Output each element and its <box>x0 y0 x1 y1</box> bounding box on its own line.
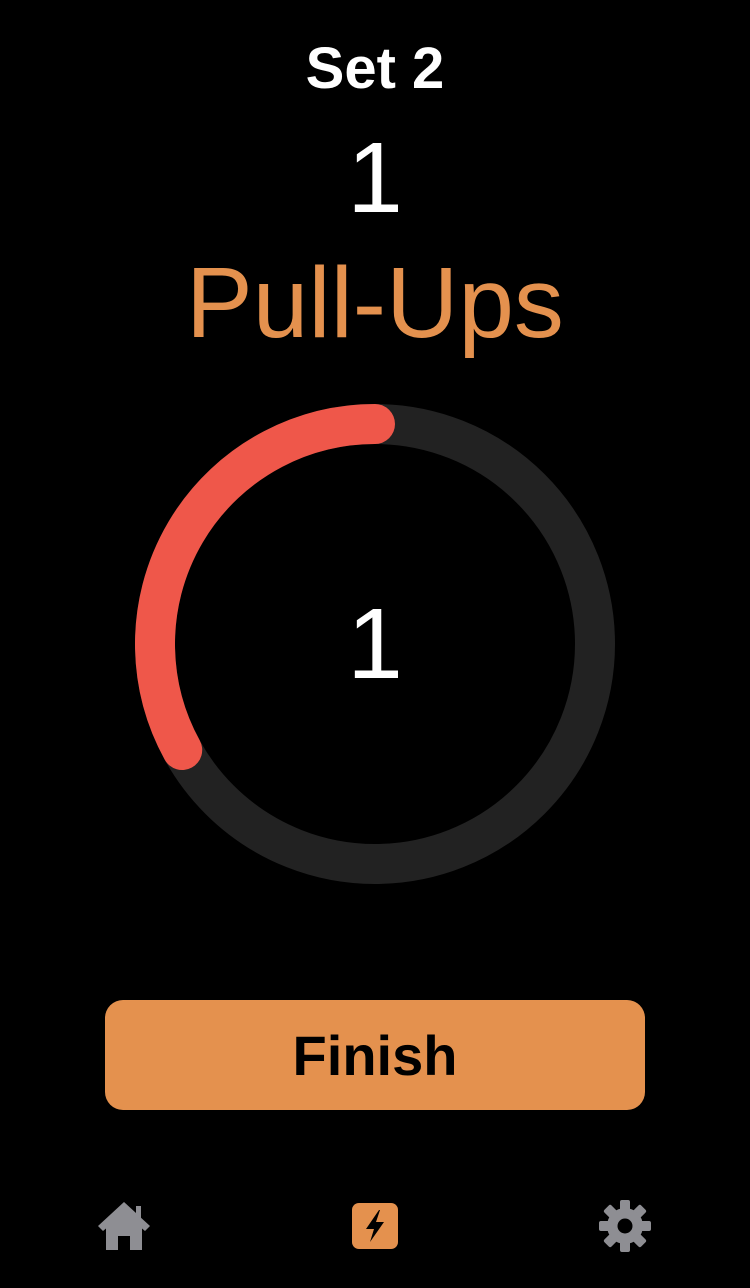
gear-icon <box>598 1199 652 1253</box>
home-icon <box>94 1198 154 1254</box>
bolt-icon <box>352 1203 398 1249</box>
finish-button[interactable]: Finish <box>105 1000 645 1110</box>
tab-home[interactable] <box>84 1190 164 1262</box>
tab-workout[interactable] <box>335 1190 415 1262</box>
rep-count: 1 <box>347 122 403 234</box>
exercise-name: Pull-Ups <box>186 247 564 359</box>
set-label: Set 2 <box>305 36 445 101</box>
timer-value: 1 <box>347 587 403 700</box>
timer-ring: 1 <box>135 404 615 884</box>
tab-bar <box>0 1190 750 1270</box>
tab-settings[interactable] <box>585 1190 665 1262</box>
